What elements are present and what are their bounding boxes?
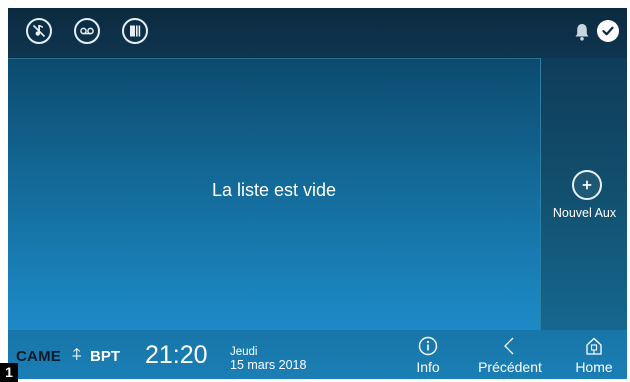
empty-list-message: La liste est vide [211, 180, 337, 200]
bell-icon[interactable] [573, 22, 591, 42]
date-label: 15 mars 2018 [230, 358, 307, 372]
new-aux-label[interactable]: Nouvel Aux [541, 206, 627, 220]
status-check-icon[interactable] [597, 20, 619, 42]
info-button[interactable]: Info [388, 334, 468, 378]
clock-time: 21:20 [145, 341, 208, 369]
plus-icon [582, 180, 592, 190]
new-aux-button[interactable] [572, 170, 602, 200]
home-label: Home [575, 359, 613, 375]
brand-symbol-icon: ⍏ [72, 345, 83, 365]
page-number: 1 [0, 363, 18, 382]
back-button[interactable]: Précédent [470, 334, 550, 378]
brand-came-logo: CAME [16, 348, 61, 365]
checkmark-glyph [602, 26, 614, 36]
door-glyph [130, 25, 141, 37]
muted-note-glyph [32, 24, 46, 38]
side-panel: Nouvel Aux [540, 58, 627, 334]
top-bar [8, 8, 627, 59]
brand-bpt-logo: BPT [90, 348, 120, 365]
voicemail-glyph [80, 27, 94, 35]
device-screen: La liste est vide Nouvel Aux CAME ⍏ BPT … [8, 8, 627, 379]
chevron-left-icon [504, 337, 514, 355]
mute-ringtone-icon[interactable] [26, 18, 52, 44]
info-label: Info [416, 359, 440, 375]
info-icon [418, 336, 438, 356]
back-label: Précédent [478, 359, 542, 375]
bottom-bar: CAME ⍏ BPT 21:20 Jeudi 15 mars 2018 Info… [8, 330, 627, 379]
home-icon [586, 337, 602, 355]
answering-machine-icon[interactable] [74, 18, 100, 44]
weekday-label: Jeudi [230, 346, 258, 358]
home-button[interactable]: Home [554, 334, 627, 378]
door-open-icon[interactable] [122, 18, 148, 44]
